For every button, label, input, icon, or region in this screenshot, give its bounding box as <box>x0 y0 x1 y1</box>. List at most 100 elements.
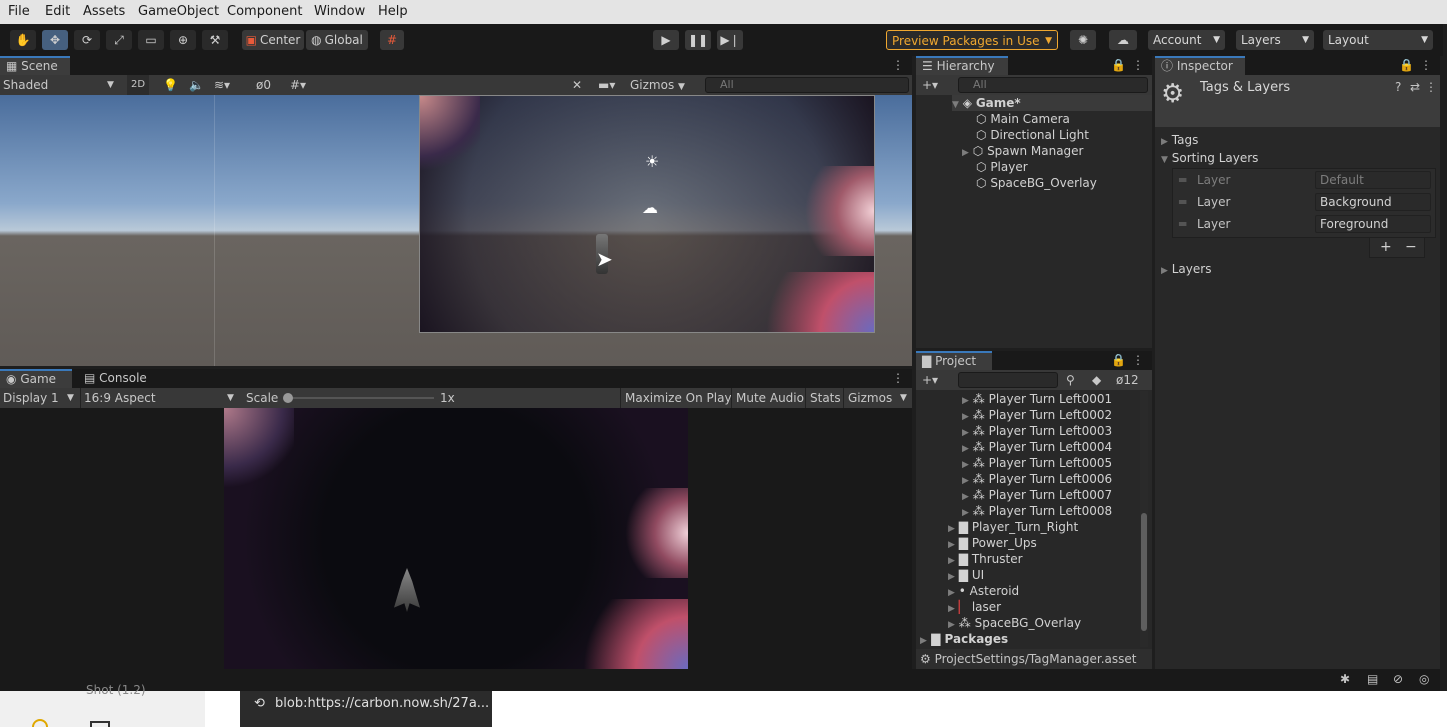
scale-tool-icon[interactable]: ⤢ <box>106 30 132 50</box>
project-scrollbar[interactable] <box>1140 391 1148 647</box>
hierarchy-item[interactable]: ⬡ Player <box>976 159 1028 175</box>
scene-root-item[interactable]: ▼ ◈ Game* <box>952 95 1152 111</box>
project-item[interactable]: ▶ ⁂ Player Turn Left0001 <box>962 391 1112 407</box>
add-layer-button[interactable]: + <box>1380 239 1392 255</box>
lock-icon[interactable]: 🔒 <box>1111 353 1126 367</box>
stats-toggle[interactable]: Stats <box>805 388 841 408</box>
drag-handle-icon[interactable]: ═ <box>1179 195 1186 209</box>
project-item[interactable]: ▶ ⁂ Player Turn Left0004 <box>962 439 1112 455</box>
scale-slider-handle[interactable] <box>283 393 293 403</box>
hand-tool-icon[interactable]: ✋ <box>10 30 36 50</box>
presets-icon[interactable]: ⇄ <box>1410 80 1420 94</box>
pivot-toggle-button[interactable]: ▣ Center <box>242 30 304 50</box>
audio-icon[interactable]: 🔈 <box>189 75 204 95</box>
lock-icon[interactable]: 🔒 <box>1111 58 1126 72</box>
space-toggle-button[interactable]: ◍ Global <box>306 30 368 50</box>
tab-console[interactable]: ▤ Console <box>78 369 150 388</box>
more-options-icon[interactable]: ⋮ <box>1132 353 1144 367</box>
hierarchy-search-input[interactable]: All <box>958 77 1148 93</box>
tools-icon[interactable]: ✕ <box>572 75 582 95</box>
project-item[interactable]: ▶ ⁂ Player Turn Left0005 <box>962 455 1112 471</box>
maximize-on-play-toggle[interactable]: Maximize On Play <box>620 388 732 408</box>
display-dropdown[interactable]: Display 1 ▼ <box>3 388 77 408</box>
menu-help[interactable]: Help <box>378 4 408 19</box>
help-icon[interactable]: ? <box>1395 80 1401 94</box>
project-folder[interactable]: ▶ ▇ Power_Ups <box>948 535 1037 551</box>
move-tool-icon[interactable]: ✥ <box>42 30 68 50</box>
pause-button[interactable]: ❚❚ <box>685 30 711 50</box>
game-gizmos-dropdown[interactable]: Gizmos ▼ <box>843 388 912 408</box>
aspect-dropdown[interactable]: 16:9 Aspect ▼ <box>80 388 238 408</box>
rotate-tool-icon[interactable]: ⟳ <box>74 30 100 50</box>
services-icon[interactable]: ✺ <box>1070 30 1096 50</box>
hidden-packages-icon[interactable]: ø12 <box>1116 370 1139 390</box>
create-dropdown[interactable]: +▾ <box>922 75 938 95</box>
game-viewport[interactable] <box>224 408 688 669</box>
gizmos-dropdown[interactable]: Gizmos ▼ <box>630 75 697 95</box>
grid-snap-icon[interactable]: # <box>380 30 404 50</box>
auto-generate-icon[interactable]: ⊘ <box>1393 672 1403 686</box>
hierarchy-item[interactable]: ⬡ Main Camera <box>976 111 1070 127</box>
tab-game[interactable]: ◉ Game <box>0 369 72 388</box>
debug-icon[interactable]: ✱ <box>1340 672 1350 686</box>
step-button[interactable]: ▶❘ <box>717 30 743 50</box>
preview-packages-dropdown[interactable]: Preview Packages in Use ▼ <box>886 30 1058 50</box>
project-asset[interactable]: ▶ ⁂ SpaceBG_Overlay <box>948 615 1081 631</box>
sorting-layers-foldout[interactable]: ▼ Sorting Layers <box>1161 150 1258 166</box>
tab-project[interactable]: ▇ Project <box>916 351 992 370</box>
layer-name-field[interactable]: Foreground <box>1315 215 1431 233</box>
grid-icon[interactable]: #▾ <box>290 75 306 95</box>
effects-icon[interactable]: ≋▾ <box>214 75 230 95</box>
drag-handle-icon[interactable]: ═ <box>1179 217 1186 231</box>
project-item[interactable]: ▶ ⁂ Player Turn Left0003 <box>962 423 1112 439</box>
layers-foldout[interactable]: ▶ Layers <box>1161 261 1211 277</box>
layers-dropdown[interactable]: Layers ▼ <box>1236 30 1314 50</box>
tab-inspector[interactable]: ⓘ Inspector <box>1155 56 1245 75</box>
scene-search-input[interactable]: All <box>705 77 909 93</box>
layer-name-field[interactable]: Background <box>1315 193 1431 211</box>
project-folder[interactable]: ▶ ▇ Player_Turn_Right <box>948 519 1078 535</box>
project-asset[interactable]: ▶ ▏ laser <box>948 599 1001 615</box>
cache-server-icon[interactable]: ▤ <box>1367 672 1378 686</box>
menu-gameobject[interactable]: GameObject <box>138 4 219 19</box>
packages-folder[interactable]: ▶ ▇ Packages <box>920 631 1008 647</box>
project-asset[interactable]: ▶ • Asteroid <box>948 583 1019 599</box>
account-dropdown[interactable]: Account ▼ <box>1148 30 1225 50</box>
project-item[interactable]: ▶ ⁂ Player Turn Left0007 <box>962 487 1112 503</box>
project-folder[interactable]: ▶ ▇ Thruster <box>948 551 1023 567</box>
status-check-icon[interactable]: ◎ <box>1419 672 1429 686</box>
project-item[interactable]: ▶ ⁂ Player Turn Left0006 <box>962 471 1112 487</box>
filter-by-label-icon[interactable]: ◆ <box>1092 370 1101 390</box>
more-options-icon[interactable]: ⋮ <box>1132 58 1144 72</box>
drag-handle-icon[interactable]: ═ <box>1179 173 1186 187</box>
camera-icon[interactable]: ▬▾ <box>598 75 615 95</box>
cloud-icon[interactable]: ☁ <box>1109 30 1137 50</box>
more-options-icon[interactable]: ⋮ <box>892 58 904 72</box>
project-item[interactable]: ▶ ⁂ Player Turn Left0002 <box>962 407 1112 423</box>
scrollbar-thumb[interactable] <box>1141 513 1147 631</box>
more-options-icon[interactable]: ⋮ <box>1425 80 1437 94</box>
more-options-icon[interactable]: ⋮ <box>892 371 904 385</box>
hierarchy-item[interactable]: ⬡ SpaceBG_Overlay <box>976 175 1097 191</box>
scene-viewport[interactable]: ☀ ☁ ➤ <box>0 95 912 366</box>
lock-icon[interactable]: 🔒 <box>1399 58 1414 72</box>
remove-layer-button[interactable]: − <box>1405 239 1417 255</box>
tab-hierarchy[interactable]: ☰ Hierarchy <box>916 56 1008 75</box>
mute-audio-toggle[interactable]: Mute Audio <box>731 388 804 408</box>
play-button[interactable]: ▶ <box>653 30 679 50</box>
project-search-input[interactable] <box>958 372 1058 388</box>
rect-tool-icon[interactable]: ▭ <box>138 30 164 50</box>
tags-foldout[interactable]: ▶ Tags <box>1161 132 1198 148</box>
menu-file[interactable]: File <box>8 4 30 19</box>
menu-assets[interactable]: Assets <box>83 4 125 19</box>
app-icon[interactable] <box>32 719 48 727</box>
scale-slider[interactable] <box>283 393 434 403</box>
menu-component[interactable]: Component <box>227 4 302 19</box>
project-folder[interactable]: ▶ ▇ UI <box>948 567 984 583</box>
2d-toggle-button[interactable]: 2D <box>127 75 149 95</box>
shading-mode-dropdown[interactable]: Shaded ▼ <box>3 75 121 95</box>
layout-dropdown[interactable]: Layout ▼ <box>1323 30 1433 50</box>
hierarchy-item[interactable]: ⬡ Directional Light <box>976 127 1089 143</box>
create-dropdown[interactable]: +▾ <box>922 370 938 390</box>
menu-edit[interactable]: Edit <box>45 4 70 19</box>
